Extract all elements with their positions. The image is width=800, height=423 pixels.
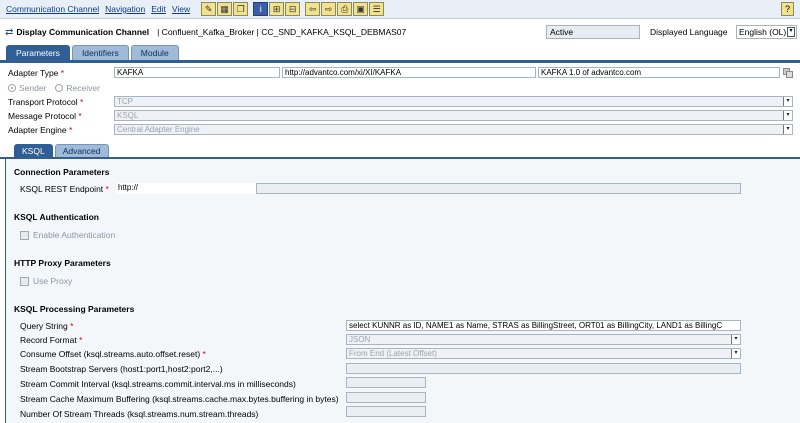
use-proxy-row: Use Proxy	[20, 276, 72, 286]
stream-threads-input[interactable]	[346, 406, 426, 417]
message-protocol-label: Message Protocol *	[8, 111, 82, 121]
tab-parameters[interactable]: Parameters	[6, 45, 70, 60]
forward-arrow-icon[interactable]: ⇨	[321, 2, 337, 16]
record-format-value: JSON	[349, 335, 371, 344]
tab-module[interactable]: Module	[130, 45, 179, 60]
tab-underline	[0, 60, 800, 63]
endpoint-input-rest[interactable]	[256, 183, 741, 194]
language-value: English (OL)	[739, 27, 787, 37]
consume-offset-select[interactable]: From End (Latest Offset) ▾	[346, 348, 741, 359]
message-protocol-value: KSQL	[117, 111, 139, 120]
print-icon[interactable]: ⎙	[337, 2, 353, 16]
chevron-down-icon[interactable]: ▾	[731, 349, 740, 358]
commit-interval-label: Stream Commit Interval (ksql.streams.com…	[20, 379, 296, 389]
receiver-radio[interactable]	[55, 84, 64, 92]
edit-pencil-icon[interactable]: ✎	[201, 2, 217, 16]
status-field: Active	[546, 25, 640, 39]
channel-icon: ⇄	[5, 26, 14, 38]
back-arrow-icon[interactable]: ⇦	[305, 2, 321, 16]
chevron-down-icon[interactable]: ▾	[783, 97, 792, 106]
page-title: Display Communication Channel	[16, 27, 150, 37]
tab-ksql[interactable]: KSQL	[14, 144, 53, 157]
tab-advanced[interactable]: Advanced	[54, 144, 109, 157]
copy-icon[interactable]: ❐	[233, 2, 249, 16]
consume-offset-value: From End (Latest Offset)	[349, 349, 437, 358]
where-used-icon[interactable]: ⊟	[285, 2, 301, 16]
main-tabs: Parameters Identifiers Module	[6, 45, 181, 60]
adapter-version-field: KAFKA 1.0 of advantco.com	[538, 67, 780, 78]
adapter-type-label: Adapter Type *	[8, 68, 65, 78]
adapter-engine-select[interactable]: Central Adapter Engine ▾	[114, 124, 793, 135]
adapter-engine-label: Adapter Engine *	[8, 125, 73, 135]
commit-interval-input[interactable]	[346, 377, 426, 388]
enable-auth-row: Enable Authentication	[20, 230, 115, 240]
adapter-engine-value: Central Adapter Engine	[117, 125, 200, 134]
history-icon[interactable]: ▣	[353, 2, 369, 16]
stream-threads-label: Number Of Stream Threads (ksql.streams.n…	[20, 409, 259, 419]
menu-bar: Communication Channel Navigation Edit Vi…	[0, 0, 800, 19]
receiver-label: Receiver	[66, 83, 100, 93]
adapter-type-field[interactable]: KAFKA	[114, 67, 280, 78]
consume-offset-label: Consume Offset (ksql.streams.auto.offset…	[20, 349, 206, 359]
language-select[interactable]: English (OL) ▾	[736, 25, 797, 39]
adapter-namespace-field: http://advantco.com/xi/XI/KAFKA	[282, 67, 536, 78]
sub-tabs: KSQL Advanced	[14, 144, 111, 157]
message-protocol-select[interactable]: KSQL ▾	[114, 110, 793, 121]
bootstrap-servers-label: Stream Bootstrap Servers (host1:port1,ho…	[20, 364, 223, 374]
toolbar-group-edit: ✎ ▦ ❐	[200, 2, 249, 16]
menu-view[interactable]: View	[172, 4, 190, 14]
menu-navigation[interactable]: Navigation	[105, 4, 145, 14]
copy-icon[interactable]	[783, 68, 793, 78]
help-icon[interactable]: ?	[781, 2, 794, 16]
query-string-field[interactable]: select KUNNR as ID, NAME1 as Name, STRAS…	[346, 320, 741, 331]
endpoint-input[interactable]: http://	[116, 183, 256, 194]
connection-section-title: Connection Parameters	[14, 167, 110, 177]
auth-section-title: KSQL Authentication	[14, 212, 99, 222]
menu-edit[interactable]: Edit	[151, 4, 166, 14]
chevron-down-icon[interactable]: ▾	[731, 335, 740, 344]
toolbar-group-info: i ⊞ ⊟	[252, 2, 301, 16]
transport-protocol-value: TCP	[117, 97, 133, 106]
language-label: Displayed Language	[650, 27, 728, 37]
endpoint-label: KSQL REST Endpoint *	[20, 184, 109, 194]
hierarchy-icon[interactable]: ⊞	[269, 2, 285, 16]
enable-auth-checkbox[interactable]	[20, 230, 29, 240]
record-format-select[interactable]: JSON ▾	[346, 334, 741, 345]
toolbar-group-nav: ⇦ ⇨ ⎙ ▣ ☰	[304, 2, 385, 16]
menu-communication-channel[interactable]: Communication Channel	[6, 4, 99, 14]
use-proxy-checkbox[interactable]	[20, 276, 29, 286]
record-format-label: Record Format *	[20, 335, 83, 345]
object-path: | Confluent_Kafka_Broker | CC_SND_KAFKA_…	[157, 27, 407, 37]
enable-auth-label: Enable Authentication	[33, 230, 116, 240]
chevron-down-icon[interactable]: ▾	[783, 111, 792, 120]
cache-buffering-label: Stream Cache Maximum Buffering (ksql.str…	[20, 394, 339, 404]
tab-identifiers[interactable]: Identifiers	[71, 45, 129, 60]
direction-radios: Sender Receiver	[8, 83, 100, 93]
chevron-down-icon[interactable]: ▾	[787, 27, 795, 37]
info-icon[interactable]: i	[253, 2, 269, 16]
bootstrap-servers-input[interactable]	[346, 363, 741, 374]
use-proxy-label: Use Proxy	[33, 276, 73, 286]
proxy-section-title: HTTP Proxy Parameters	[14, 258, 111, 268]
query-string-label: Query String *	[20, 321, 74, 331]
list-icon[interactable]: ☰	[369, 2, 385, 16]
cache-buffering-input[interactable]	[346, 392, 426, 403]
display-icon[interactable]: ▦	[217, 2, 233, 16]
chevron-down-icon[interactable]: ▾	[783, 125, 792, 134]
sender-radio[interactable]	[8, 84, 16, 92]
sender-label: Sender	[19, 83, 47, 93]
processing-section-title: KSQL Processing Parameters	[14, 304, 135, 314]
transport-protocol-label: Transport Protocol *	[8, 97, 84, 107]
transport-protocol-select[interactable]: TCP ▾	[114, 96, 793, 107]
